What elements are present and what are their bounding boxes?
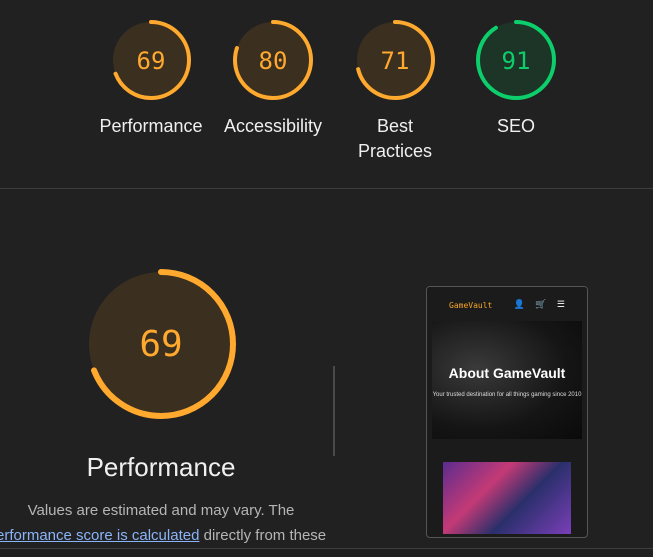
best-practices-gauge-ring: 71 xyxy=(355,20,435,100)
gauge-performance[interactable]: 69 Performance xyxy=(86,18,216,139)
accessibility-label: Accessibility xyxy=(223,116,323,136)
gauge-best-practices[interactable]: 71 Best Practices xyxy=(330,18,460,164)
seo-gauge-ring: 91 xyxy=(476,20,556,100)
performance-label: Performance xyxy=(99,116,203,136)
performance-score: 69 xyxy=(137,47,166,75)
performance-detail-gauge: 69 xyxy=(85,268,237,425)
preview-navbar: GameVault 👤 🛒 ☰ xyxy=(427,287,587,321)
preview-gaming-photo xyxy=(443,462,571,534)
seo-label: SEO xyxy=(496,116,535,136)
accessibility-gauge-ring: 80 xyxy=(233,20,313,100)
score-calculation-link[interactable]: erformance score is calculated xyxy=(0,527,199,544)
category-gauges: 69 Performance 80 Accessibility 71 Best … xyxy=(0,0,653,188)
best-practices-label: Best Practices xyxy=(357,116,433,161)
performance-detail-score: 69 xyxy=(139,324,182,365)
preview-hero: About GameVault Your trusted destination… xyxy=(432,321,582,439)
preview-brand: GameVault xyxy=(449,301,493,310)
performance-detail-title: Performance xyxy=(86,452,236,482)
best-practices-score: 71 xyxy=(381,47,410,75)
gauge-seo[interactable]: 91 SEO xyxy=(451,18,581,139)
final-screenshot-thumbnail[interactable]: GameVault 👤 🛒 ☰ About GameVault Your tru… xyxy=(426,286,588,538)
vertical-divider xyxy=(333,366,335,456)
preview-hero-title: About GameVault xyxy=(448,365,566,381)
section-divider xyxy=(0,188,653,189)
bottom-divider xyxy=(0,548,653,549)
preview-nav-icons: 👤 🛒 ☰ xyxy=(513,299,569,309)
seo-score: 91 xyxy=(502,47,531,75)
performance-description-line2: erformance score is calculated directly … xyxy=(0,527,326,544)
accessibility-score: 80 xyxy=(259,47,288,75)
performance-description-line1: Values are estimated and may vary. The xyxy=(27,502,295,519)
performance-gauge-ring: 69 xyxy=(111,20,191,100)
description-text: directly from these xyxy=(199,527,327,544)
gauge-accessibility[interactable]: 80 Accessibility xyxy=(208,18,338,139)
preview-hero-subtitle: Your trusted destination for all things … xyxy=(432,392,582,398)
performance-detail-ring: 69 xyxy=(86,269,236,419)
